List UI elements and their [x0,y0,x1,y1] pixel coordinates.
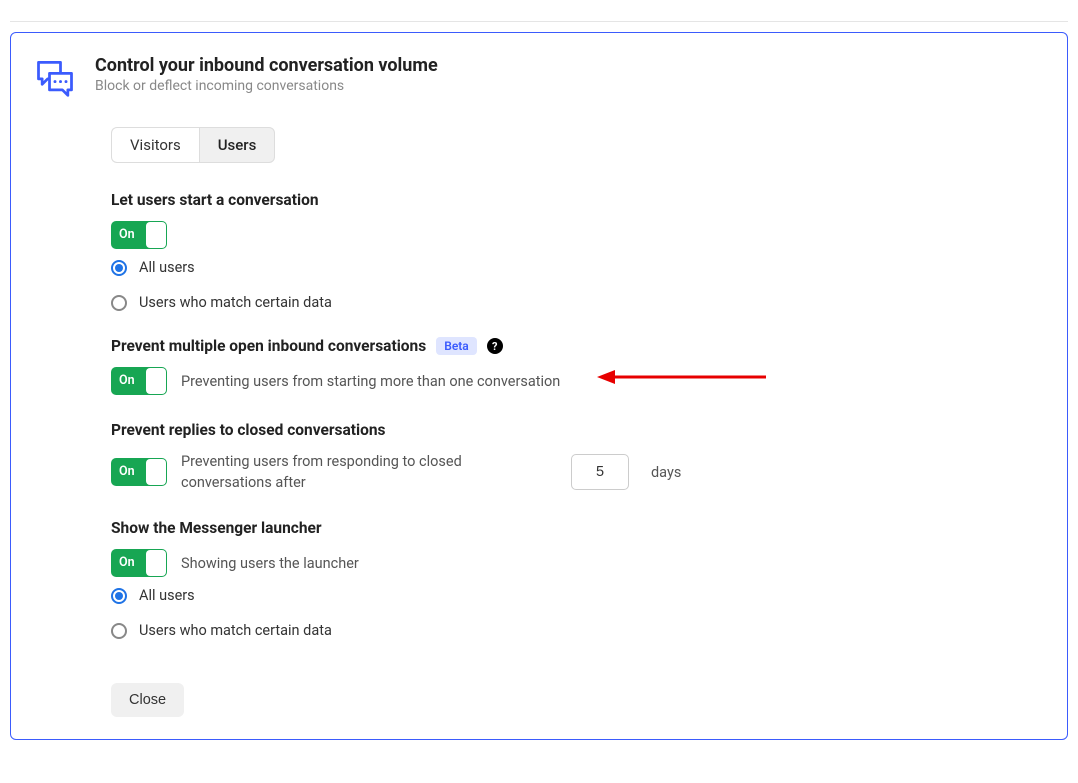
prevent-replies-heading: Prevent replies to closed conversations [111,421,1045,439]
start-conversation-toggle[interactable]: On [111,221,167,249]
days-input[interactable] [571,454,629,490]
annotation-arrow-icon [591,367,771,387]
toggle-knob [146,459,166,485]
audience-tabs: Visitors Users [111,127,275,163]
radio-input [111,623,127,639]
toggle-knob [146,222,166,248]
section-prevent-multiple: Prevent multiple open inbound conversati… [111,337,1045,395]
radio-input-selected [111,588,127,604]
card-header: Control your inbound conversation volume… [11,55,1067,99]
messenger-launcher-heading: Show the Messenger launcher [111,519,1045,537]
messenger-launcher-radio-group: All users Users who match certain data [111,587,1045,639]
radio-input [111,295,127,311]
section-prevent-replies: Prevent replies to closed conversations … [111,421,1045,493]
messenger-launcher-desc: Showing users the launcher [181,555,359,572]
prevent-multiple-desc: Preventing users from starting more than… [181,373,560,390]
close-button[interactable]: Close [111,683,184,717]
prevent-multiple-heading: Prevent multiple open inbound conversati… [111,337,1045,355]
toggle-on-label: On [119,549,135,577]
toggle-on-label: On [119,221,135,249]
card-content: Visitors Users Let users start a convers… [11,99,1067,739]
card-subtitle: Block or deflect incoming conversations [95,78,1045,94]
top-divider [10,0,1068,22]
radio-label: Users who match certain data [139,622,332,639]
tab-visitors[interactable]: Visitors [111,127,199,163]
beta-badge: Beta [436,337,477,355]
toggle-on-label: On [119,367,135,395]
radio-users-match-data-launcher[interactable]: Users who match certain data [111,622,1045,639]
prevent-replies-desc: Preventing users from responding to clos… [181,451,481,493]
radio-all-users[interactable]: All users [111,259,1045,276]
start-conversation-heading: Let users start a conversation [111,191,1045,209]
radio-label: Users who match certain data [139,294,332,311]
prevent-replies-toggle[interactable]: On [111,458,167,486]
prevent-multiple-heading-text: Prevent multiple open inbound conversati… [111,337,426,355]
radio-users-match-data[interactable]: Users who match certain data [111,294,1045,311]
section-start-conversation: Let users start a conversation On All us… [111,191,1045,311]
days-suffix: days [651,464,681,481]
help-icon[interactable]: ? [487,338,503,354]
prevent-multiple-toggle[interactable]: On [111,367,167,395]
toggle-knob [146,368,166,394]
chat-bubbles-icon [33,55,77,99]
settings-card: Control your inbound conversation volume… [10,32,1068,740]
radio-label: All users [139,587,195,604]
toggle-on-label: On [119,458,135,486]
radio-all-users-launcher[interactable]: All users [111,587,1045,604]
radio-input-selected [111,260,127,276]
radio-label: All users [139,259,195,276]
tab-users[interactable]: Users [199,127,276,163]
section-messenger-launcher: Show the Messenger launcher On Showing u… [111,519,1045,639]
messenger-launcher-toggle[interactable]: On [111,549,167,577]
card-title: Control your inbound conversation volume [95,55,1045,76]
toggle-knob [146,550,166,576]
start-conversation-radio-group: All users Users who match certain data [111,259,1045,311]
